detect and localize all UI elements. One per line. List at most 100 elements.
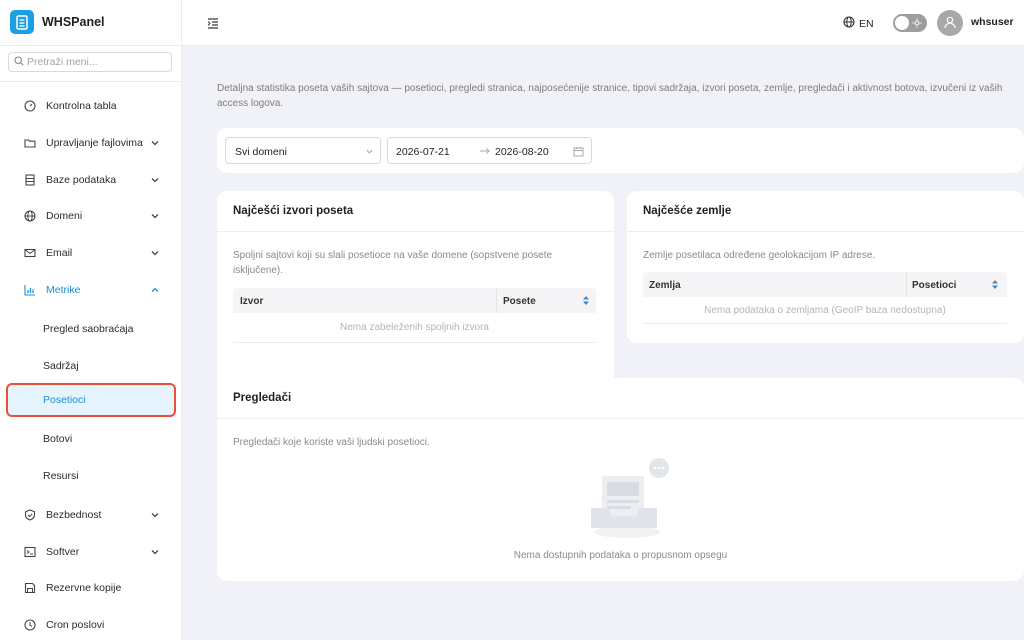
save-icon [24, 582, 36, 594]
column-header-visitors[interactable]: Posetioci [912, 280, 956, 291]
browsers-card: Pregledači Pregledači koje koriste vaši … [217, 378, 1024, 581]
sidebar-item-software[interactable]: Softver [0, 538, 182, 566]
countries-table-header: Zemlja Posetioci [643, 272, 1007, 297]
browsers-card-title: Pregledači [233, 392, 292, 404]
sidebar-item-dashboard[interactable]: Kontrolna tabla [0, 92, 182, 120]
page-description: Detaljna statistika poseta vaših sajtova… [217, 83, 1003, 109]
sidebar-item-files[interactable]: Upravljanje fajlovima [0, 129, 182, 157]
calendar-icon [573, 146, 584, 160]
sidebar-item-databases[interactable]: Baze podataka [0, 166, 182, 194]
chevron-down-icon [365, 147, 374, 159]
date-to[interactable]: 2026-08-20 [495, 146, 549, 158]
sun-icon [912, 18, 922, 31]
divider [217, 231, 614, 232]
chevron-down-icon [150, 510, 160, 520]
sidebar-item-label: Bezbednost [46, 509, 102, 521]
browsers-card-description: Pregledači koje koriste vaši ljudski pos… [233, 437, 430, 448]
domain-select[interactable]: Svi domeni [225, 137, 381, 164]
divider [0, 45, 182, 46]
menu-search-input[interactable] [27, 56, 167, 68]
terminal-icon [24, 546, 36, 558]
sidebar-item-domains[interactable]: Domeni [0, 202, 182, 230]
sidebar-subitem-label: Resursi [43, 470, 79, 482]
sidebar-item-label: Softver [46, 546, 80, 558]
browsers-empty-message: Nema dostupnih podataka o propusnom opse… [513, 550, 728, 561]
date-from[interactable]: 2026-07-21 [396, 146, 450, 158]
countries-card-description: Zemlje posetilaca određene geolokacijom … [643, 250, 876, 261]
sources-table-header: Izvor Posete [233, 288, 596, 313]
sidebar-subitem-content[interactable]: Sadržaj [0, 352, 182, 380]
sources-empty-row: Nema zabeleženih spoljnih izvora [233, 313, 596, 343]
sidebar-item-label: Upravljanje fajlovima [46, 137, 143, 149]
countries-empty-message: Nema podataka o zemljama (GeoIP baza ned… [704, 305, 946, 316]
sidebar-subitem-label: Pregled saobraćaja [43, 323, 134, 335]
chevron-down-icon [150, 138, 160, 148]
sort-icon[interactable] [991, 279, 999, 293]
countries-card-title: Najčešće zemlje [643, 205, 732, 217]
search-icon [14, 55, 24, 69]
column-header-source[interactable]: Izvor [240, 296, 263, 307]
toggle-knob [895, 16, 909, 30]
avatar[interactable] [937, 10, 963, 36]
folder-icon [24, 137, 36, 149]
sidebar-item-security[interactable]: Bezbednost [0, 501, 182, 529]
sidebar-subitem-resources[interactable]: Resursi [0, 462, 182, 490]
topbar: EN whsuser [182, 0, 1024, 46]
divider [627, 231, 1024, 232]
sidebar-item-email[interactable]: Email [0, 239, 182, 267]
globe-icon [24, 210, 36, 222]
menu-search[interactable] [8, 52, 172, 72]
sidebar-item-label: Rezervne kopije [46, 582, 122, 594]
date-range-picker[interactable]: 2026-07-21 2026-08-20 [387, 137, 592, 164]
theme-toggle[interactable] [893, 14, 927, 32]
sidebar-item-backups[interactable]: Rezervne kopije [0, 574, 182, 602]
domain-select-value: Svi domeni [235, 146, 287, 158]
chevron-up-icon [150, 285, 160, 295]
sidebar-item-label: Baze podataka [46, 174, 117, 186]
divider [217, 418, 1024, 419]
app-logo[interactable]: WHSPanel [10, 10, 105, 34]
sidebar-item-label: Kontrolna tabla [46, 100, 117, 112]
gauge-icon [24, 100, 36, 112]
sidebar-item-label: Email [46, 247, 73, 259]
globe-icon [843, 16, 855, 31]
chevron-down-icon [150, 175, 160, 185]
sidebar-subitem-label: Sadržaj [43, 360, 79, 372]
language-label: EN [859, 17, 874, 30]
chevron-down-icon [150, 547, 160, 557]
shield-icon [24, 509, 36, 521]
sources-card-title: Najčešći izvori poseta [233, 205, 354, 217]
sidebar-item-label: Cron poslovi [46, 619, 105, 631]
server-icon [10, 10, 34, 34]
sidebar-item-metrics[interactable]: Metrike [0, 276, 182, 304]
sort-icon[interactable] [582, 295, 590, 309]
sidebar-subitem-visitors[interactable]: Posetioci [6, 383, 176, 417]
menu-collapse-icon[interactable] [207, 17, 219, 29]
divider [0, 81, 182, 82]
sidebar: WHSPanel Kontrolna tabla Upravljanje faj… [0, 0, 182, 640]
chevron-down-icon [150, 211, 160, 221]
sidebar-item-label: Metrike [46, 284, 81, 296]
sources-empty-message: Nema zabeleženih spoljnih izvora [340, 322, 489, 333]
language-switcher[interactable]: EN [843, 16, 874, 31]
countries-empty-row: Nema podataka o zemljama (GeoIP baza ned… [643, 297, 1007, 324]
app-title: WHSPanel [42, 15, 105, 29]
main-content: Detaljna statistika poseta vaših sajtova… [182, 46, 1024, 640]
filter-bar: Svi domeni 2026-07-21 2026-08-20 [217, 128, 1024, 173]
sidebar-subitem-traffic[interactable]: Pregled saobraćaja [0, 315, 182, 343]
empty-inbox-icon [583, 458, 673, 543]
username[interactable]: whsuser [971, 16, 1014, 28]
sidebar-item-cron[interactable]: Cron poslovi [0, 611, 182, 639]
sidebar-subitem-label: Botovi [43, 433, 73, 445]
column-header-visits[interactable]: Posete [503, 296, 536, 307]
clock-icon [24, 619, 36, 631]
countries-card: Najčešće zemlje Zemlje posetilaca određe… [627, 191, 1024, 343]
mail-icon [24, 247, 36, 259]
column-divider [906, 272, 907, 297]
user-icon [943, 15, 957, 32]
bar-chart-icon [24, 284, 36, 296]
database-icon [24, 174, 36, 186]
sidebar-subitem-bots[interactable]: Botovi [0, 425, 182, 453]
sources-card: Najčešći izvori poseta Spoljni sajtovi k… [217, 191, 614, 405]
column-header-country[interactable]: Zemlja [649, 280, 681, 291]
